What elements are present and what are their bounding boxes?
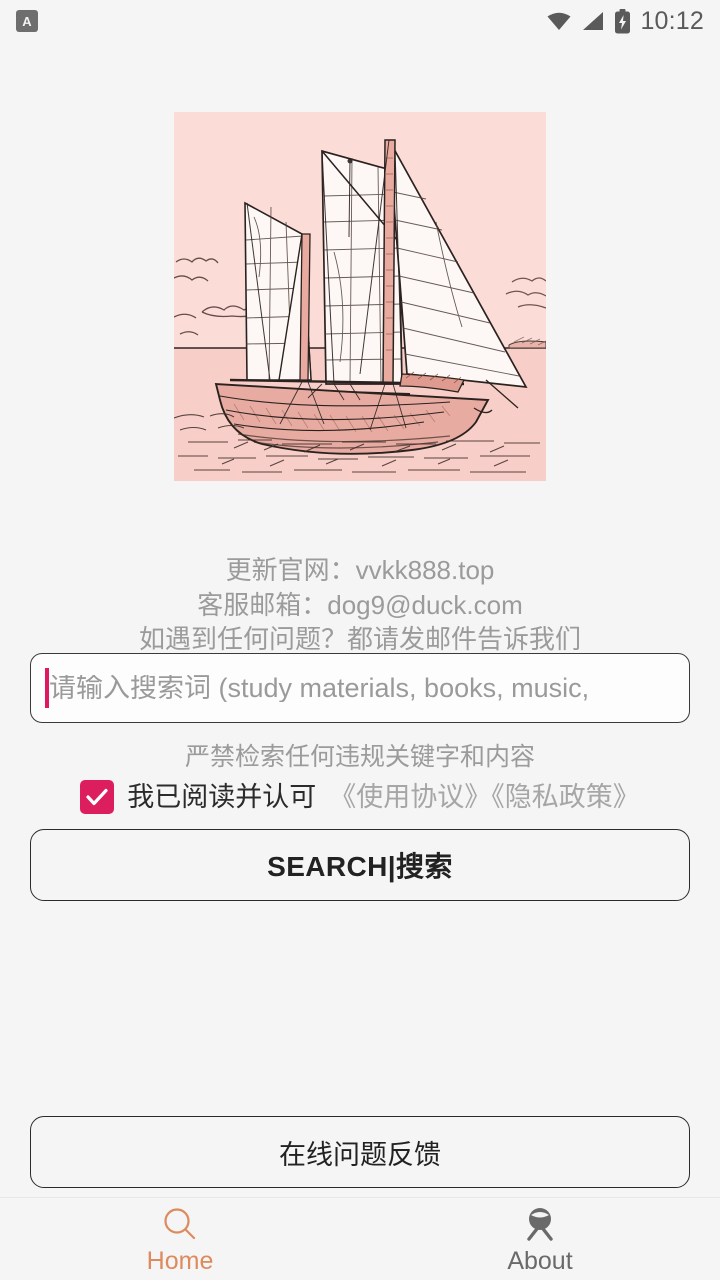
about-person-icon: [520, 1205, 560, 1245]
agreement-label: 我已阅读并认可: [127, 781, 317, 812]
wifi-icon: [546, 10, 572, 32]
search-warning-text: 严禁检索任何违规关键字和内容: [184, 743, 535, 771]
status-bar: A 10:12: [0, 0, 720, 42]
bottom-navigation: Home About: [0, 1197, 720, 1280]
status-bar-right: 10:12: [546, 6, 704, 35]
app-notification-icon: A: [16, 10, 38, 32]
signal-icon: [581, 10, 605, 32]
info-block: 更新官网：vvkk888.top 客服邮箱：dog9@duck.com 如遇到任…: [0, 553, 720, 657]
search-input-placeholder: 请输入搜索词 (study materials, books, music,: [49, 674, 590, 702]
battery-charging-icon: [614, 8, 631, 34]
info-line-support-email: 客服邮箱：dog9@duck.com: [197, 589, 523, 620]
agreement-row[interactable]: 我已阅读并认可 《使用协议》《隐私政策》: [0, 780, 720, 814]
sailboat-illustration: [174, 112, 546, 481]
nav-item-home[interactable]: Home: [0, 1198, 360, 1280]
info-line-official-site: 更新官网：vvkk888.top: [225, 555, 495, 585]
nav-label-home: Home: [146, 1246, 214, 1275]
agreement-checkbox[interactable]: [80, 780, 115, 814]
check-icon: [86, 788, 108, 806]
app-screen: A 10:12 更新官网：vvkk888.top 客服邮箱：dog9@duck.…: [0, 0, 720, 1280]
agreement-links[interactable]: 《使用协议》《隐私政策》: [329, 783, 640, 811]
nav-item-about[interactable]: About: [360, 1198, 720, 1280]
search-input[interactable]: 请输入搜索词 (study materials, books, music,: [30, 653, 690, 723]
search-icon: [160, 1205, 200, 1245]
nav-label-about: About: [507, 1246, 573, 1275]
status-bar-left: A: [16, 10, 38, 32]
status-bar-clock: 10:12: [640, 6, 704, 35]
feedback-button[interactable]: 在线问题反馈: [30, 1116, 690, 1188]
info-line-contact-note: 如遇到任何问题？都请发邮件告诉我们: [138, 624, 581, 655]
search-button[interactable]: SEARCH|搜索: [30, 829, 690, 901]
